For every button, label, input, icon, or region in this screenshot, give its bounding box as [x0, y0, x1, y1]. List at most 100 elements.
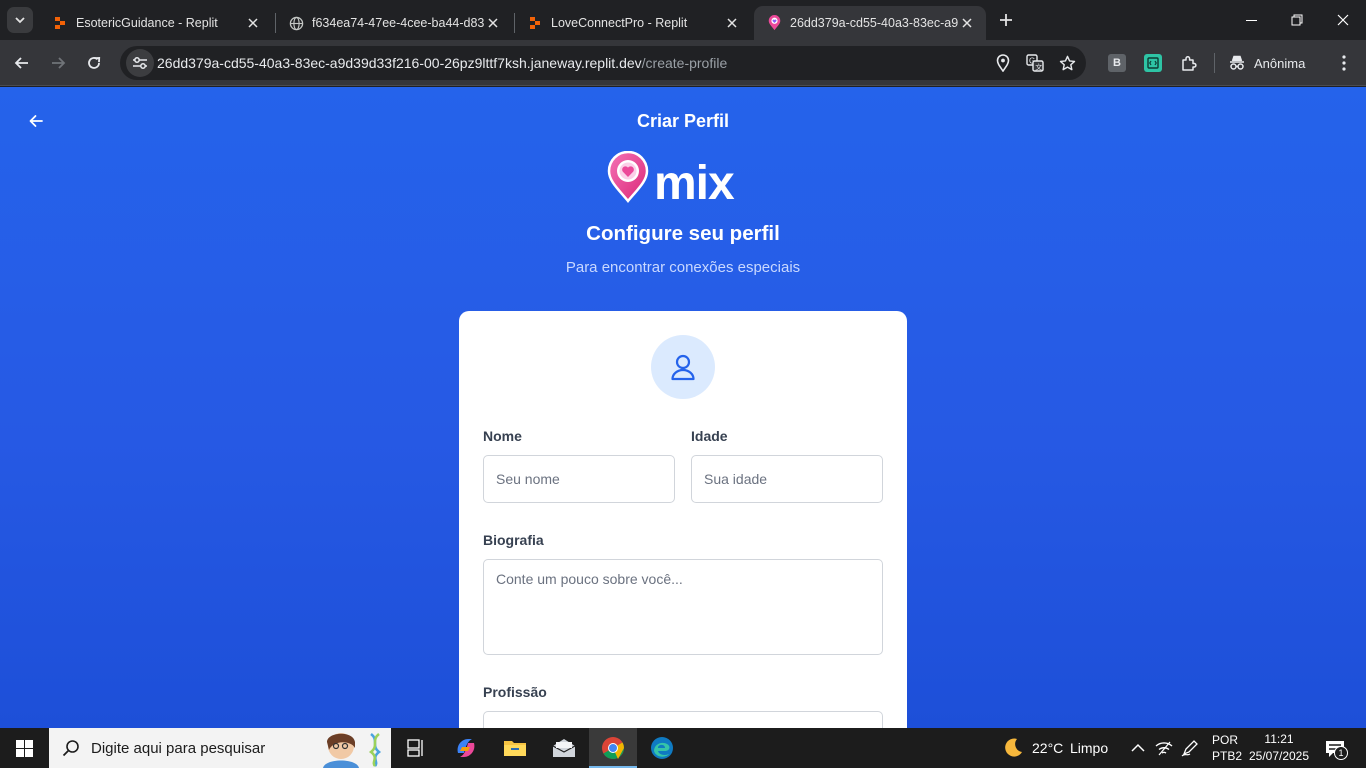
new-tab-button[interactable] — [994, 8, 1018, 32]
reload-button[interactable] — [80, 49, 108, 77]
minimize-icon — [1245, 19, 1257, 21]
browser-toolbar: 26dd379a-cd55-40a3-83ec-a9d39d33f216-00-… — [0, 40, 1366, 86]
profession-label: Profissão — [483, 684, 547, 700]
translate-icon[interactable]: G文 — [1025, 53, 1045, 73]
extension-code-icon[interactable] — [1144, 54, 1162, 72]
user-icon — [671, 354, 695, 381]
url-path: /create-profile — [641, 55, 728, 71]
tab-strip: EsotericGuidance - Replit f634ea74-47ee-… — [0, 0, 1366, 40]
restore-icon — [1291, 14, 1303, 26]
globe-icon — [288, 15, 304, 31]
name-label: Nome — [483, 428, 522, 444]
extensions-button[interactable] — [1175, 49, 1203, 77]
profile-heading: Configure seu perfil — [586, 222, 780, 245]
windows-logo-icon — [15, 739, 33, 757]
bio-textarea[interactable] — [483, 559, 883, 655]
weather-moon-icon[interactable] — [1001, 736, 1025, 760]
tab-f634ea74[interactable]: f634ea74-47ee-4cee-ba44-d83 — [276, 6, 512, 40]
tab-title: 26dd379a-cd55-40a3-83ec-a9d — [790, 16, 958, 30]
create-profile-page: Criar Perfil mix Configure seu perfil Pa… — [0, 87, 1366, 728]
wifi-icon[interactable] — [1154, 738, 1174, 758]
copilot-button[interactable] — [442, 728, 490, 768]
taskbar-search[interactable]: Digite aqui para pesquisar — [49, 728, 391, 768]
chevron-up-icon[interactable] — [1128, 738, 1148, 758]
edge-button[interactable] — [638, 728, 686, 768]
age-input[interactable] — [691, 455, 883, 503]
replit-icon — [527, 15, 543, 31]
url-host: 26dd379a-cd55-40a3-83ec-a9d39d33f216-00-… — [157, 55, 642, 71]
age-label: Idade — [691, 428, 728, 444]
tab-esotericguidance[interactable]: EsotericGuidance - Replit — [40, 6, 272, 40]
file-explorer-button[interactable] — [491, 728, 539, 768]
mix-pin-icon — [766, 15, 782, 31]
close-icon[interactable] — [958, 14, 976, 32]
clock-time[interactable]: 11:21 — [1248, 732, 1310, 746]
task-view-button[interactable] — [392, 728, 440, 768]
incognito-icon — [1230, 55, 1244, 70]
chrome-icon — [602, 737, 624, 759]
chevron-down-icon — [15, 17, 25, 24]
plus-icon — [1000, 14, 1012, 26]
location-icon[interactable] — [993, 53, 1013, 73]
profile-form-card: Nome Idade Biografia Profissão — [459, 311, 907, 728]
start-button[interactable] — [0, 728, 48, 768]
logo-text: mix — [654, 157, 735, 209]
more-vertical-icon — [1342, 55, 1346, 71]
bookmark-star-icon[interactable] — [1057, 53, 1077, 73]
incognito-label: Anônima — [1254, 55, 1306, 71]
page-title: Criar Perfil — [636, 111, 730, 131]
pen-icon[interactable] — [1180, 738, 1200, 758]
minimize-button[interactable] — [1228, 0, 1274, 40]
notification-center-icon[interactable]: 1 — [1322, 738, 1348, 760]
tab-search-button[interactable] — [7, 7, 33, 33]
close-icon[interactable] — [244, 14, 262, 32]
close-icon[interactable] — [723, 14, 741, 32]
back-button[interactable] — [8, 49, 36, 77]
profession-input[interactable] — [483, 711, 883, 728]
notification-count-badge: 1 — [1334, 746, 1348, 760]
svg-text:文: 文 — [1035, 63, 1042, 72]
restore-button[interactable] — [1274, 0, 1320, 40]
search-icon — [61, 738, 81, 758]
arrow-left-icon — [14, 57, 28, 69]
incognito-badge[interactable]: Anônima — [1228, 48, 1305, 78]
extension-b-icon[interactable]: B — [1108, 54, 1126, 72]
mail-button[interactable] — [540, 728, 588, 768]
avatar-upload-button[interactable] — [651, 335, 715, 399]
copilot-icon — [457, 739, 475, 757]
heart-pin-icon — [607, 150, 649, 203]
tab-title: EsotericGuidance - Replit — [76, 16, 218, 30]
mail-icon — [552, 739, 576, 757]
language-code[interactable]: POR — [1212, 733, 1238, 747]
search-placeholder: Digite aqui para pesquisar — [91, 739, 266, 757]
bio-label: Biografia — [483, 532, 544, 548]
replit-icon — [52, 15, 68, 31]
tab-create-profile[interactable]: 26dd379a-cd55-40a3-83ec-a9d — [754, 6, 986, 40]
forward-button[interactable] — [44, 49, 72, 77]
tune-icon — [133, 57, 147, 69]
clock-date[interactable]: 25/07/2025 — [1248, 749, 1310, 763]
profile-subheading: Para encontrar conexões especiais — [565, 259, 801, 276]
chrome-button[interactable] — [589, 728, 637, 768]
name-input[interactable] — [483, 455, 675, 503]
folder-icon — [504, 741, 526, 756]
site-info-button[interactable] — [126, 49, 154, 77]
mix-logo: mix — [606, 150, 762, 210]
task-view-icon — [407, 739, 423, 757]
tab-title: LoveConnectPro - Replit — [551, 16, 688, 30]
reload-icon — [88, 57, 101, 69]
weather-temperature[interactable]: 22°C — [1032, 740, 1063, 756]
chrome-menu-button[interactable] — [1330, 49, 1358, 77]
windows-taskbar: Digite aqui para pesquisar 22°C Limpo PO… — [0, 728, 1366, 768]
edge-icon — [651, 737, 673, 759]
tab-title: f634ea74-47ee-4cee-ba44-d83 — [312, 16, 484, 30]
close-icon[interactable] — [484, 14, 502, 32]
close-icon — [1337, 14, 1349, 26]
arrow-right-icon — [52, 57, 66, 69]
url-text[interactable]: 26dd379a-cd55-40a3-83ec-a9d39d33f216-00-… — [157, 55, 727, 71]
keyboard-layout[interactable]: PTB2 — [1212, 749, 1242, 763]
weather-description[interactable]: Limpo — [1070, 740, 1108, 756]
tab-loveconnectpro[interactable]: LoveConnectPro - Replit — [515, 6, 751, 40]
address-bar[interactable]: 26dd379a-cd55-40a3-83ec-a9d39d33f216-00-… — [120, 46, 1086, 80]
close-window-button[interactable] — [1320, 0, 1366, 40]
